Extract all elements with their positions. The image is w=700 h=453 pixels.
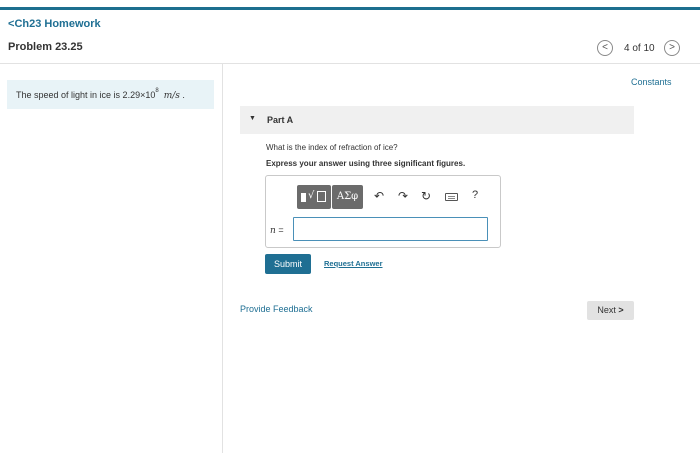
problem-counter: 4 of 10 [624,43,655,54]
collapse-caret-icon[interactable]: ▼ [249,115,256,122]
redo-icon[interactable]: ↷ [398,189,408,203]
problem-title: Problem 23.25 [8,41,83,53]
part-a-header[interactable] [240,106,634,134]
undo-icon[interactable]: ↶ [374,189,384,203]
constants-link[interactable]: Constants [631,77,672,87]
statement-exponent: 8 [155,88,159,94]
request-answer-link[interactable]: Request Answer [324,259,383,268]
assignment-name: Ch23 Homework [14,18,101,30]
answer-input[interactable] [293,217,488,241]
problem-statement: The speed of light in ice is 2.29×108 m/… [7,80,214,109]
instruction-text: Express your answer using three signific… [266,159,466,168]
help-icon[interactable]: ? [472,189,478,201]
radical-icon: √ [308,190,315,201]
template-icon[interactable]: √ [297,185,331,209]
greek-letters-icon[interactable]: ΑΣφ [332,185,363,209]
part-a-title: Part A [267,115,294,125]
next-problem-button[interactable]: > [664,40,680,56]
next-button[interactable]: Next > [587,301,634,320]
chevron-right-icon: > [618,305,624,315]
provide-feedback-link[interactable]: Provide Feedback [240,304,313,314]
statement-text: The speed of light in ice is 2.29×10 [16,90,156,100]
template-box-icon [317,191,326,202]
header-divider [0,63,700,64]
statement-suffix: . [182,90,185,100]
previous-problem-button[interactable]: < [597,40,613,56]
column-divider [222,64,223,453]
statement-unit: m/s [163,91,180,101]
top-accent-bar [0,7,700,10]
next-label: Next [597,305,616,315]
equals-sign: = [278,225,284,235]
submit-button[interactable]: Submit [265,254,311,274]
question-text: What is the index of refraction of ice? [266,143,398,152]
answer-variable-label: n = [270,225,284,236]
reset-icon[interactable]: ↻ [421,189,431,203]
template-square-icon [301,193,306,202]
keyboard-icon[interactable] [445,193,458,201]
back-to-assignment-link[interactable]: <Ch23 Homework [8,18,101,30]
variable-symbol: n [270,226,276,236]
